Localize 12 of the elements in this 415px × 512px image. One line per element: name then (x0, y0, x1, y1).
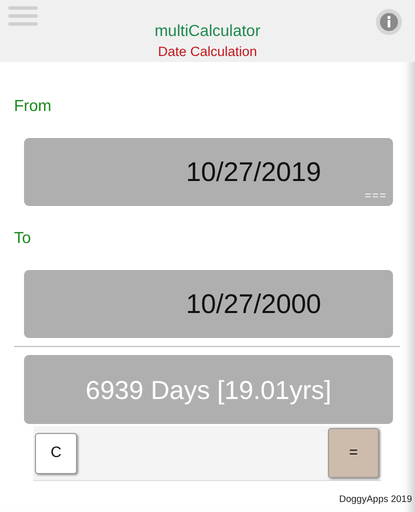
footer-credit: DoggyApps 2019 (339, 493, 412, 507)
field-hint: === (364, 190, 387, 202)
date-field[interactable]: 10/27/2019 === (24, 138, 393, 206)
info-icon[interactable] (376, 9, 402, 35)
app-title: multiCalculator (154, 23, 262, 41)
screen-subtitle: Date Calculation (156, 44, 258, 60)
date-field[interactable]: 10/27/2000 (24, 270, 393, 338)
clear-button[interactable]: C (35, 432, 77, 474)
field-label: To (14, 230, 31, 248)
equals-button[interactable]: = (328, 428, 379, 478)
result-text: 6939 Days [19.01yrs] (86, 374, 332, 404)
field-label: From (14, 98, 52, 116)
